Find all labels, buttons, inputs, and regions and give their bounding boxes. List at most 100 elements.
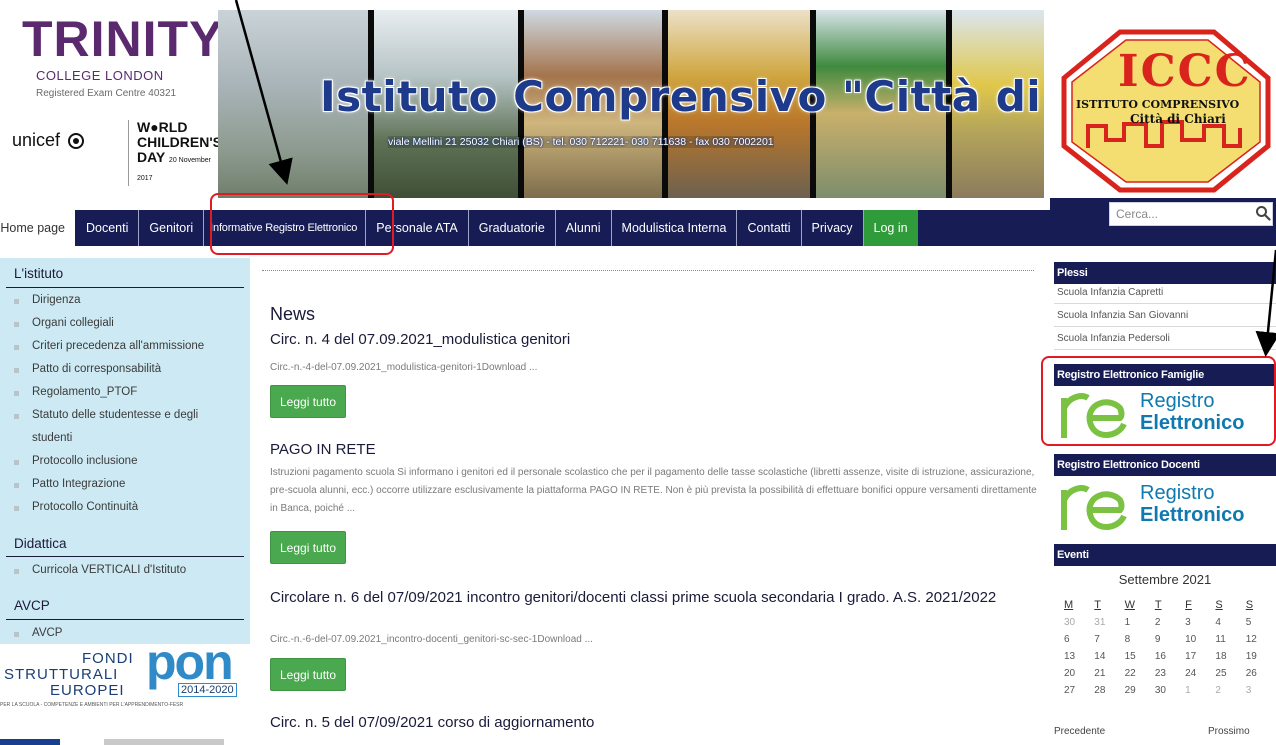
nav-docenti[interactable]: Docenti	[76, 210, 140, 246]
calendar-weekday: T	[1094, 599, 1102, 611]
site-contact-line: viale Mellini 21 25032 Chiari (BS) - tel…	[388, 136, 774, 148]
calendar-day: 20	[1064, 668, 1076, 679]
calendar-prev-link[interactable]: Precedente	[1054, 726, 1105, 737]
post-excerpt: Circ.-n.-4-del-07.09.2021_modulistica-ge…	[270, 362, 538, 373]
calendar-day: 29	[1124, 685, 1136, 696]
read-more-button[interactable]: Leggi tutto	[270, 385, 347, 418]
calendar-weekday: W	[1124, 599, 1135, 611]
registro-elettronico-logo-icon	[1061, 485, 1127, 530]
nav-graduatorie[interactable]: Graduatorie	[469, 210, 556, 246]
world-childrens-day-logo[interactable]: W●RLD CHILDREN'S DAY 20 November 2017	[128, 120, 222, 186]
calendar-day: 31	[1094, 617, 1106, 628]
calendar-month: Settembre 2021	[1118, 572, 1212, 587]
plesso-link[interactable]: Scuola Infanzia Capretti	[1054, 282, 1276, 304]
sidebar-item-protocollo-continuita[interactable]: Protocollo Continuità	[14, 496, 204, 519]
sidebar-heading-istituto: L'istituto	[14, 266, 64, 281]
unicef-name: unicef	[12, 130, 61, 150]
calendar-day: 19	[1245, 651, 1257, 662]
search-input[interactable]	[1109, 202, 1273, 226]
sidebar-list-istituto: Dirigenza Organi collegiali Criteri prec…	[14, 289, 204, 519]
widget-heading-plessi: Plessi	[1054, 262, 1276, 284]
nav-contatti[interactable]: Contatti	[737, 210, 802, 246]
calendar-day: 5	[1245, 617, 1252, 628]
sidebar-item-patto-corresponsabilita[interactable]: Patto di corresponsabilità	[14, 358, 204, 381]
sidebar-item-regolamento-ptof[interactable]: Regolamento_PTOF	[14, 381, 204, 404]
annotation-highlight-nav	[210, 193, 394, 255]
calendar-day: 15	[1124, 651, 1136, 662]
sidebar-item-criteri-precedenza[interactable]: Criteri precedenza all'ammissione	[14, 335, 204, 358]
search-icon[interactable]	[1255, 205, 1271, 221]
iccc-acronym: ICCC	[1118, 46, 1252, 97]
partner-logos: TRINITY COLLEGE LONDON Registered Exam C…	[8, 8, 222, 194]
post-title[interactable]: Circolare n. 6 del 07/09/2021 incontro g…	[270, 589, 1030, 606]
calendar-weekday: F	[1185, 599, 1192, 611]
sidebar-item-dirigenza[interactable]: Dirigenza	[14, 289, 204, 312]
main-navigation: Home page Docenti Genitori Informative R…	[0, 198, 1276, 246]
sidebar-item-curricola-verticali[interactable]: Curricola VERTICALI d'Istituto	[14, 559, 186, 582]
iccc-logo[interactable]: ICCC ISTITUTO COMPRENSIVO Città di Chiar…	[1054, 28, 1276, 194]
widget-heading-registro-docenti: Registro Elettronico Docenti	[1054, 454, 1276, 476]
read-more-button[interactable]: Leggi tutto	[270, 531, 347, 564]
calendar-day: 30	[1154, 685, 1166, 696]
sidebar-item-organi-collegiali[interactable]: Organi collegiali	[14, 312, 204, 335]
wcd-line2: CHILDREN'S	[137, 134, 222, 150]
calendar-day: 3	[1185, 617, 1191, 628]
post-title[interactable]: PAGO IN RETE	[270, 441, 1030, 458]
unicef-logo[interactable]: unicef	[12, 130, 87, 151]
nav-modulistica-interna[interactable]: Modulistica Interna	[612, 210, 738, 246]
nav-alunni[interactable]: Alunni	[556, 210, 612, 246]
calendar-day: 8	[1124, 634, 1131, 645]
pon-tagline: PER LA SCUOLA - COMPETENZE E AMBIENTI PE…	[0, 702, 184, 708]
pon-logo: PON	[146, 634, 234, 690]
site-header: TRINITY COLLEGE LONDON Registered Exam C…	[0, 0, 1276, 198]
nav-privacy[interactable]: Privacy	[802, 210, 864, 246]
nav-genitori[interactable]: Genitori	[139, 210, 205, 246]
calendar-day: 11	[1215, 634, 1226, 645]
news-heading: News	[270, 304, 316, 324]
nav-menu: Home page Docenti Genitori Informative R…	[0, 210, 918, 246]
trinity-logo[interactable]: TRINITY	[22, 14, 223, 64]
calendar-weekday: M	[1064, 599, 1074, 611]
calendar-day: 2	[1215, 685, 1221, 696]
trinity-subtitle: COLLEGE LONDON	[36, 68, 164, 83]
calendar-day: 7	[1094, 634, 1100, 645]
sidebar-bottom-banners	[0, 712, 250, 745]
calendar-day: 6	[1064, 634, 1070, 645]
calendar-day: 24	[1185, 668, 1197, 679]
widget-heading-eventi: Eventi	[1054, 544, 1276, 566]
site-title[interactable]: Istituto Comprensivo "Città di Chiari"	[320, 72, 1044, 121]
calendar-day: 22	[1124, 668, 1136, 679]
plesso-link[interactable]: Scuola Infanzia Pedersoli	[1054, 328, 1276, 350]
sidebar-item-avcp[interactable]: AVCP	[14, 622, 62, 645]
sidebar-item-patto-integrazione[interactable]: Patto Integrazione	[14, 473, 204, 496]
wcd-line3: DAY 20 November 2017	[137, 149, 211, 183]
calendar-day: 9	[1154, 634, 1161, 645]
plesso-link[interactable]: Scuola Infanzia San Giovanni	[1054, 305, 1276, 327]
content-divider	[262, 270, 1034, 271]
sidebar-item-protocollo-inclusione[interactable]: Protocollo inclusione	[14, 450, 204, 473]
pon-fondi: FONDI	[82, 650, 134, 667]
sidebar-item-statuto-studentesse-cont[interactable]: studenti	[14, 427, 204, 450]
nav-login-button[interactable]: Log in	[863, 210, 918, 246]
calendar-day: 28	[1094, 685, 1106, 696]
post-title[interactable]: Circ. n. 5 del 07/09/2021 corso di aggio…	[270, 714, 1030, 731]
sidebar-divider	[6, 287, 244, 288]
post-title[interactable]: Circ. n. 4 del 07.09.2021_modulistica ge…	[270, 331, 1030, 348]
calendar-day: 17	[1185, 651, 1197, 662]
calendar-next-link[interactable]: Prossimo	[1208, 726, 1250, 737]
eu-flag-banner[interactable]	[0, 739, 60, 745]
sidebar-item-statuto-studentesse[interactable]: Statuto delle studentesse e degli	[14, 404, 204, 427]
right-sidebar: Plessi Scuola Infanzia Capretti Scuola I…	[1054, 258, 1276, 745]
pon-years: 2014-2020	[178, 683, 237, 697]
calendar-day: 27	[1064, 685, 1076, 696]
calendar-day: 23	[1154, 668, 1166, 679]
read-more-button[interactable]: Leggi tutto	[270, 658, 347, 691]
calendar-week: 13 14 15 16 17 18 19	[1060, 648, 1272, 665]
pon-fesr-banner[interactable]: FONDI STRUTTURALI EUROPEI PON 2014-2020 …	[0, 634, 250, 712]
nav-home[interactable]: Home page	[0, 210, 76, 246]
calendar-day: 10	[1185, 634, 1197, 645]
ministry-banner[interactable]	[104, 739, 224, 745]
registro-elettronico-docenti-link[interactable]: Registro Elettronico	[1054, 474, 1276, 534]
sidebar-divider	[6, 556, 244, 557]
iccc-line2: Città di Chiari	[1130, 112, 1226, 126]
